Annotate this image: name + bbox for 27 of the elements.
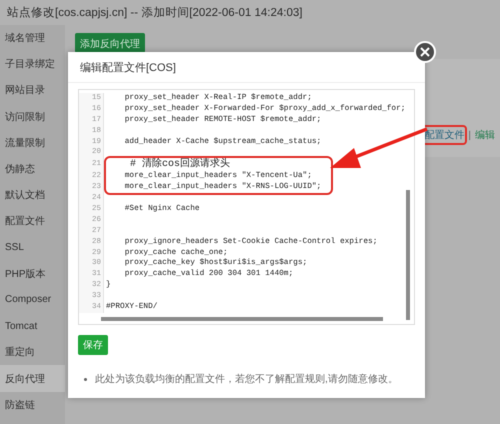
code-line: # 清除cos回源请求头 (129, 158, 230, 171)
save-button[interactable]: 保存 (78, 335, 108, 355)
note-text: 此处为该负载均衡的配置文件，若您不了解配置规则,请勿随意修改。 (95, 372, 398, 386)
sidebar-item[interactable]: 反向代理 (0, 365, 65, 392)
sidebar-item[interactable]: 重定向 (0, 339, 65, 366)
sidebar-item[interactable]: Composer (0, 286, 65, 314)
scrollbar[interactable] (101, 317, 383, 321)
sidebar-item[interactable]: SSL (0, 234, 65, 261)
close-icon (420, 47, 430, 57)
sidebar-item[interactable]: 默认文档 (0, 182, 65, 208)
scrollbar[interactable] (406, 190, 410, 320)
sidebar-item[interactable]: 伪静态 (0, 156, 65, 182)
sidebar-item[interactable]: 域名管理 (0, 25, 65, 52)
add-reverse-proxy-button[interactable]: 添加反向代理 (75, 33, 145, 53)
sidebar-item[interactable]: 防盗链 (0, 392, 65, 418)
close-button[interactable] (414, 41, 436, 63)
separator: | (468, 130, 471, 140)
bullet-icon (84, 378, 87, 380)
sidebar-item[interactable]: PHP版本 (0, 260, 65, 287)
sidebar-item[interactable]: 网站目录 (0, 77, 65, 104)
sidebar-item[interactable]: 访问限制 (0, 104, 65, 130)
sidebar-item[interactable]: 流量限制 (0, 130, 65, 156)
sidebar-item[interactable]: 子目录绑定 (0, 51, 65, 78)
sidebar-item[interactable]: Tomcat (0, 313, 65, 340)
window-title: 站点修改[cos.capjsj.cn] -- 添加时间[2022-06-01 14:24:03] (6, 6, 304, 21)
sidebar-item[interactable]: 配置文件 (0, 208, 65, 234)
action-link[interactable]: 配置文件 (423, 127, 466, 143)
